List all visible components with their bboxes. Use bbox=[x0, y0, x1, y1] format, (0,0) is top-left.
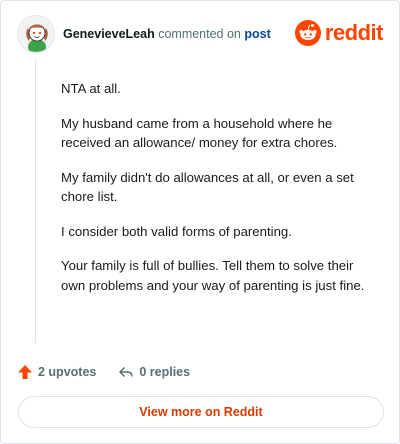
comment-paragraph: NTA at all. bbox=[61, 81, 121, 96]
view-more-button[interactable]: View more on Reddit bbox=[18, 396, 384, 428]
action-text: commented on bbox=[158, 27, 241, 41]
comment-body: NTA at all. My husband came from a house… bbox=[61, 79, 381, 310]
reply-count: 0 replies bbox=[139, 365, 191, 379]
comment-paragraph: My husband came from a household where h… bbox=[61, 115, 338, 151]
comment-paragraph: I consider both valid forms of parenting… bbox=[61, 223, 292, 239]
reddit-logo-icon bbox=[294, 20, 321, 46]
comment-paragraph: My family didn't do allowances at all, o… bbox=[61, 169, 354, 205]
upvote-button[interactable]: 2 upvotes bbox=[17, 364, 96, 380]
reddit-brand[interactable]: reddit bbox=[294, 20, 384, 46]
snoo-avatar-icon bbox=[26, 24, 48, 52]
reply-icon bbox=[119, 366, 134, 378]
comment-header: GenevieveLeah commented on post reddit bbox=[17, 15, 384, 53]
embedded-comment-card: GenevieveLeah commented on post reddit N… bbox=[0, 0, 400, 444]
reply-button[interactable]: 0 replies bbox=[118, 364, 190, 380]
thread-line bbox=[35, 59, 36, 343]
reddit-wordmark: reddit bbox=[324, 20, 384, 45]
post-link[interactable]: post bbox=[244, 27, 270, 41]
user-avatar[interactable] bbox=[17, 15, 55, 53]
username-link[interactable]: GenevieveLeah bbox=[63, 27, 155, 41]
upvote-arrow-icon bbox=[18, 365, 32, 379]
comment-paragraph: Your family is full of bullies. Tell the… bbox=[61, 258, 365, 293]
comment-actions: 2 upvotes 0 replies bbox=[17, 361, 190, 383]
comment-byline: GenevieveLeah commented on post bbox=[63, 27, 271, 41]
upvote-count: 2 upvotes bbox=[38, 365, 97, 379]
